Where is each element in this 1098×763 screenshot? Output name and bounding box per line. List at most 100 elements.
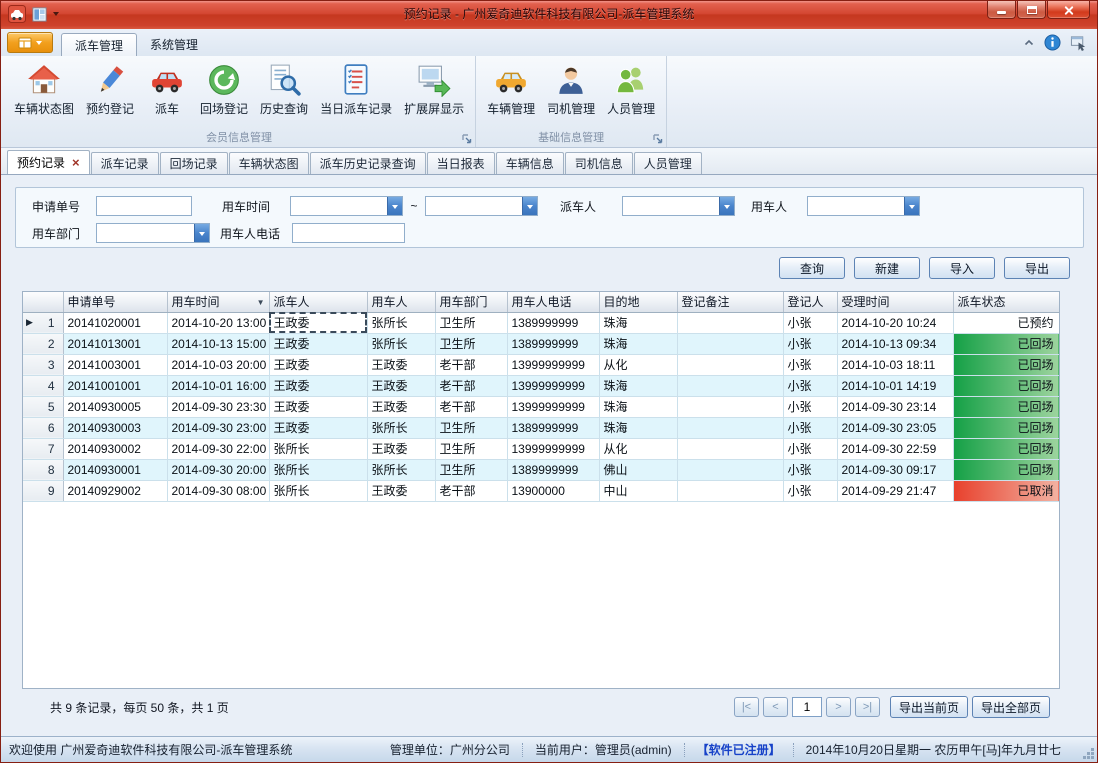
cell-status[interactable]: 已回场 [953, 396, 1059, 417]
cell-dept[interactable]: 老干部 [435, 375, 507, 396]
cell-apply-no[interactable]: 20140929002 [63, 480, 167, 501]
cell-use-time[interactable]: 2014-09-30 08:00 [167, 480, 269, 501]
column-header-user[interactable]: 用车人 [367, 292, 435, 312]
cell-registrar[interactable]: 小张 [783, 459, 837, 480]
use-time-to-combo[interactable] [425, 196, 538, 216]
cell-registrar[interactable]: 小张 [783, 375, 837, 396]
grid-row[interactable]: ▶1201410200012014-10-20 13:00王政委张所长卫生所13… [23, 312, 1059, 333]
cell-dept[interactable]: 卫生所 [435, 438, 507, 459]
dialog-launcher-icon[interactable] [461, 133, 473, 145]
cell-apply-no[interactable]: 20141020001 [63, 312, 167, 333]
reservation-register-button[interactable]: 预约登记 [80, 61, 140, 119]
cell-apply-no[interactable]: 20140930005 [63, 396, 167, 417]
close-button[interactable] [1047, 1, 1090, 19]
column-header-dept[interactable]: 用车部门 [435, 292, 507, 312]
next-page-button[interactable]: > [826, 697, 851, 717]
cell-registrar[interactable]: 小张 [783, 354, 837, 375]
cell-status[interactable]: 已回场 [953, 375, 1059, 396]
cell-user[interactable]: 王政委 [367, 438, 435, 459]
cell-apply-no[interactable]: 20141013001 [63, 333, 167, 354]
apply-no-input[interactable] [96, 196, 192, 216]
cell-dept[interactable]: 卫生所 [435, 333, 507, 354]
cell-phone[interactable]: 13999999999 [507, 438, 599, 459]
cell-registrar[interactable]: 小张 [783, 438, 837, 459]
cell-phone[interactable]: 1389999999 [507, 459, 599, 480]
return-register-button[interactable]: 回场登记 [194, 61, 254, 119]
help-icon[interactable] [1044, 34, 1061, 51]
collapse-ribbon-icon[interactable] [1023, 37, 1035, 49]
cell-accept-time[interactable]: 2014-10-13 09:34 [837, 333, 953, 354]
cell-user[interactable]: 张所长 [367, 312, 435, 333]
dialog-launcher-icon[interactable] [652, 133, 664, 145]
cell-phone[interactable]: 13900000 [507, 480, 599, 501]
cell-use-time[interactable]: 2014-10-01 16:00 [167, 375, 269, 396]
cell-use-time[interactable]: 2014-09-30 23:30 [167, 396, 269, 417]
cell-accept-time[interactable]: 2014-10-03 18:11 [837, 354, 953, 375]
cell-destination[interactable]: 珠海 [599, 333, 677, 354]
prev-page-button[interactable]: < [763, 697, 788, 717]
doc-tab-dispatch-history-query[interactable]: 派车历史记录查询 [310, 152, 426, 174]
cell-user[interactable]: 王政委 [367, 396, 435, 417]
cell-destination[interactable]: 从化 [599, 438, 677, 459]
application-menu-button[interactable] [7, 32, 53, 53]
cell-use-time[interactable]: 2014-09-30 20:00 [167, 459, 269, 480]
cell-phone[interactable]: 13999999999 [507, 375, 599, 396]
dropdown-button[interactable] [904, 197, 919, 215]
last-page-button[interactable]: >| [855, 697, 880, 717]
cell-apply-no[interactable]: 20140930001 [63, 459, 167, 480]
doc-tab-reservation-records[interactable]: 预约记录× [7, 150, 90, 174]
cell-registrar[interactable]: 小张 [783, 480, 837, 501]
cell-user[interactable]: 张所长 [367, 417, 435, 438]
doc-tab-vehicle-info[interactable]: 车辆信息 [496, 152, 564, 174]
column-header-dispatcher[interactable]: 派车人 [269, 292, 367, 312]
cell-status[interactable]: 已回场 [953, 438, 1059, 459]
doc-tab-vehicle-status-map[interactable]: 车辆状态图 [229, 152, 309, 174]
cell-status[interactable]: 已取消 [953, 480, 1059, 501]
cell-user[interactable]: 王政委 [367, 375, 435, 396]
vehicle-status-map-button[interactable]: 车辆状态图 [8, 61, 80, 119]
driver-mgmt-button[interactable]: 司机管理 [541, 61, 601, 119]
first-page-button[interactable]: |< [734, 697, 759, 717]
cell-dept[interactable]: 老干部 [435, 354, 507, 375]
cell-user[interactable]: 王政委 [367, 354, 435, 375]
cell-use-time[interactable]: 2014-10-03 20:00 [167, 354, 269, 375]
cell-remark[interactable] [677, 438, 783, 459]
cell-phone[interactable]: 1389999999 [507, 417, 599, 438]
cell-remark[interactable] [677, 354, 783, 375]
cell-dispatcher[interactable]: 张所长 [269, 459, 367, 480]
cell-use-time[interactable]: 2014-10-20 13:00 [167, 312, 269, 333]
dropdown-button[interactable] [387, 197, 402, 215]
doc-tab-daily-report[interactable]: 当日报表 [427, 152, 495, 174]
column-header-status[interactable]: 派车状态 [953, 292, 1059, 312]
ribbon-tab-system-mgmt[interactable]: 系统管理 [137, 33, 211, 56]
cell-remark[interactable] [677, 417, 783, 438]
cell-dispatcher[interactable]: 王政委 [269, 375, 367, 396]
cell-dispatcher[interactable]: 王政委 [269, 312, 367, 333]
cell-accept-time[interactable]: 2014-09-30 09:17 [837, 459, 953, 480]
doc-tab-dispatch-records[interactable]: 派车记录 [91, 152, 159, 174]
doc-tab-return-records[interactable]: 回场记录 [160, 152, 228, 174]
minimize-button[interactable] [987, 1, 1016, 19]
cell-destination[interactable]: 珠海 [599, 396, 677, 417]
cell-remark[interactable] [677, 312, 783, 333]
page-number-input[interactable] [792, 697, 822, 717]
cell-dept[interactable]: 卫生所 [435, 459, 507, 480]
grid-row[interactable]: 9201409290022014-09-30 08:00张所长王政委老干部139… [23, 480, 1059, 501]
cell-user[interactable]: 张所长 [367, 333, 435, 354]
cell-apply-no[interactable]: 20141001001 [63, 375, 167, 396]
cell-status[interactable]: 已回场 [953, 354, 1059, 375]
history-query-button[interactable]: 历史查询 [254, 61, 314, 119]
cell-remark[interactable] [677, 333, 783, 354]
maximize-button[interactable] [1017, 1, 1046, 19]
cell-dept[interactable]: 卫生所 [435, 312, 507, 333]
cell-destination[interactable]: 珠海 [599, 417, 677, 438]
cell-registrar[interactable]: 小张 [783, 312, 837, 333]
grid-row[interactable]: 8201409300012014-09-30 20:00张所长张所长卫生所138… [23, 459, 1059, 480]
grid-row[interactable]: 7201409300022014-09-30 22:00张所长王政委卫生所139… [23, 438, 1059, 459]
cell-registrar[interactable]: 小张 [783, 417, 837, 438]
export-current-page-button[interactable]: 导出当前页 [890, 696, 968, 718]
layout-icon[interactable] [32, 7, 47, 22]
doc-tab-staff-mgmt[interactable]: 人员管理 [634, 152, 702, 174]
cell-use-time[interactable]: 2014-10-13 15:00 [167, 333, 269, 354]
dept-combo[interactable] [96, 223, 210, 243]
